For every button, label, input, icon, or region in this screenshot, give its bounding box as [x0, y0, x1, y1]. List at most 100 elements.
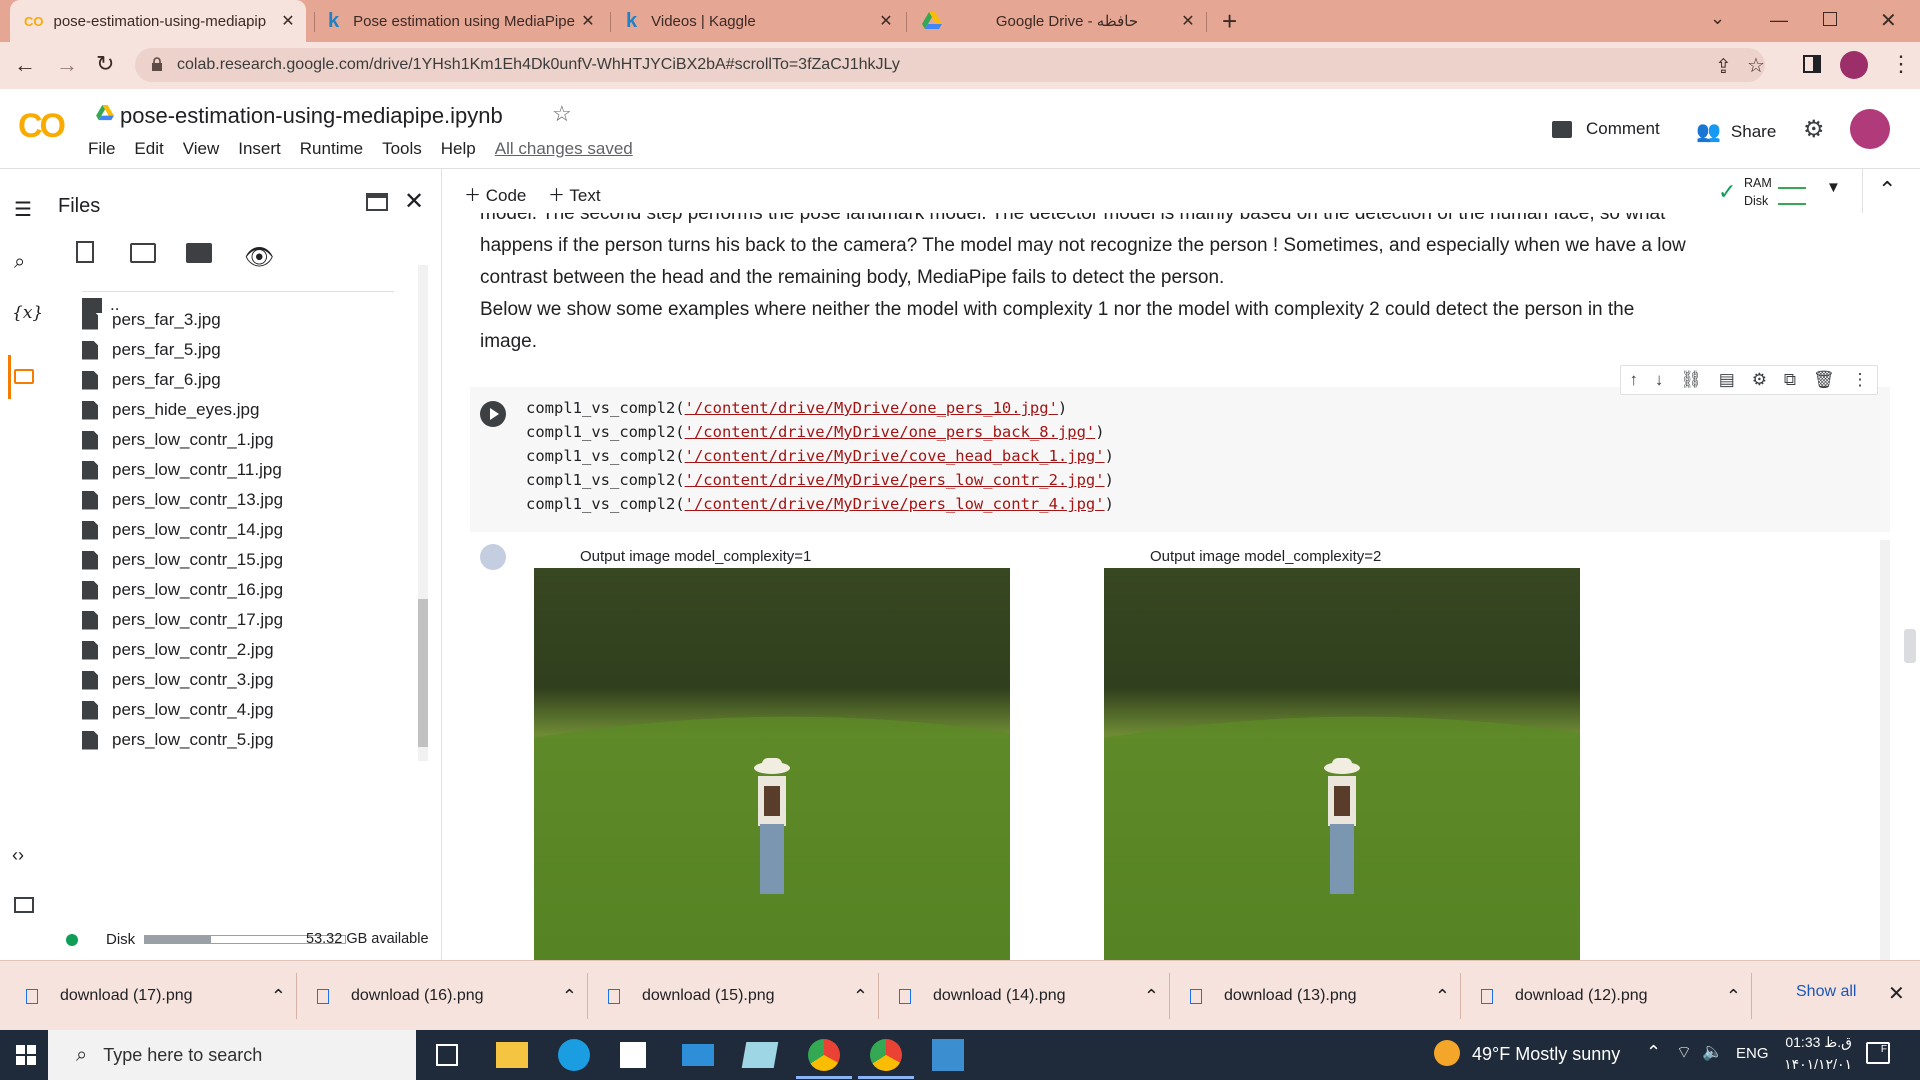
file-scrollbar[interactable] [418, 265, 428, 761]
download-item[interactable]: download (15).png ⌃ [608, 961, 868, 1031]
chevron-up-icon[interactable]: ⌃ [1726, 986, 1741, 1007]
notes-icon[interactable] [741, 1042, 779, 1068]
browser-menu-icon[interactable]: ⋮ [1890, 51, 1912, 77]
file-item[interactable]: pers_low_contr_3.jpg [82, 665, 274, 695]
file-explorer-icon[interactable] [496, 1042, 528, 1068]
account-avatar[interactable] [1850, 109, 1890, 149]
minimize-icon[interactable]: — [1770, 10, 1788, 31]
file-item[interactable]: pers_low_contr_15.jpg [82, 545, 283, 575]
file-item[interactable]: pers_low_contr_1.jpg [82, 425, 274, 455]
menu-help[interactable]: Help [441, 139, 476, 159]
code-line[interactable]: compl1_vs_compl2('/content/drive/MyDrive… [526, 495, 1114, 513]
open-in-tab-icon[interactable] [366, 193, 388, 211]
save-status[interactable]: All changes saved [495, 139, 633, 159]
tab-google-drive[interactable]: Google Drive - حافظه ✕ [910, 0, 1206, 42]
language-indicator[interactable]: ENG [1736, 1045, 1769, 1062]
terminal-icon[interactable] [14, 897, 34, 913]
chrome-profile-icon[interactable] [870, 1039, 902, 1071]
forward-icon[interactable]: → [56, 52, 78, 78]
file-item[interactable]: pers_low_contr_13.jpg [82, 485, 283, 515]
menu-view[interactable]: View [183, 139, 220, 159]
search-icon[interactable]: ⌕ [14, 251, 25, 274]
add-text-button[interactable]: ＋ Text [548, 181, 601, 206]
tab-search-chevron-icon[interactable]: ⌄ [1710, 8, 1725, 29]
notebook-scrollbar-thumb[interactable] [1904, 629, 1916, 663]
clock-date[interactable]: ۱۴۰۱/۱۲/۰۱ [1772, 1056, 1852, 1073]
taskbar-search[interactable]: ⌕ Type here to search [48, 1030, 416, 1080]
file-item[interactable]: pers_far_3.jpg [82, 305, 221, 335]
clock-time[interactable]: 01:33 ق.ظ [1772, 1034, 1852, 1051]
folder-icon[interactable] [14, 369, 34, 384]
address-bar[interactable]: colab.research.google.com/drive/1YHsh1Km… [135, 48, 1765, 82]
tab-colab[interactable]: CO pose-estimation-using-mediapip ✕ [10, 0, 306, 42]
file-item[interactable]: pers_low_contr_5.jpg [82, 725, 274, 755]
file-item[interactable]: pers_low_contr_6.jpg [82, 755, 274, 757]
resource-monitor[interactable]: RAM Disk [1744, 174, 1772, 210]
close-pane-icon[interactable]: ✕ [404, 187, 424, 216]
connected-check-icon[interactable]: ✓ [1718, 179, 1736, 205]
show-hidden-eye-icon[interactable]: 👁 [244, 243, 274, 272]
runtime-dropdown-icon[interactable]: ▼ [1826, 179, 1841, 196]
menu-tools[interactable]: Tools [382, 139, 422, 159]
chrome-icon[interactable] [808, 1039, 840, 1071]
code-cell[interactable]: compl1_vs_compl2('/content/drive/MyDrive… [470, 387, 1890, 532]
close-tab-icon[interactable]: ✕ [876, 11, 896, 31]
file-item[interactable]: pers_low_contr_17.jpg [82, 605, 283, 635]
menu-file[interactable]: File [88, 139, 115, 159]
task-view-icon[interactable] [436, 1044, 458, 1066]
upload-file-icon[interactable] [76, 241, 94, 263]
cell-more-icon[interactable]: ⋮ [1851, 370, 1868, 390]
download-item[interactable]: download (12).png ⌃ [1481, 961, 1741, 1031]
move-up-icon[interactable]: ↑ [1629, 370, 1638, 390]
comment-cell-icon[interactable]: ▤ [1719, 370, 1735, 390]
windows-start-icon[interactable] [16, 1045, 36, 1065]
collapse-header-icon[interactable]: ⌃ [1878, 177, 1896, 203]
delete-cell-icon[interactable]: 🗑 [1813, 370, 1835, 390]
output-scrollbar[interactable] [1880, 540, 1890, 960]
comment-button[interactable]: Comment [1552, 119, 1660, 139]
add-code-button[interactable]: ＋ Code [464, 181, 526, 206]
download-item[interactable]: download (16).png ⌃ [317, 961, 577, 1031]
tray-chevron-icon[interactable]: ⌃ [1646, 1042, 1661, 1063]
reload-icon[interactable]: ↻ [96, 51, 114, 77]
download-item[interactable]: download (14).png ⌃ [899, 961, 1159, 1031]
menu-insert[interactable]: Insert [238, 139, 281, 159]
download-item[interactable]: download (17).png ⌃ [26, 961, 286, 1031]
bookmark-star-icon[interactable]: ☆ [1747, 53, 1765, 78]
code-snippets-icon[interactable]: ‹› [12, 845, 24, 866]
close-tab-icon[interactable]: ✕ [1178, 11, 1198, 31]
file-item[interactable]: pers_low_contr_16.jpg [82, 575, 283, 605]
profile-avatar[interactable] [1840, 51, 1868, 79]
file-item[interactable]: pers_far_6.jpg [82, 365, 221, 395]
chevron-up-icon[interactable]: ⌃ [853, 986, 868, 1007]
close-window-icon[interactable]: ✕ [1880, 8, 1897, 33]
cell-settings-icon[interactable]: ⚙ [1752, 370, 1767, 390]
share-page-icon[interactable]: ⇪ [1715, 54, 1732, 79]
chevron-up-icon[interactable]: ⌃ [1435, 986, 1450, 1007]
file-item[interactable]: pers_hide_eyes.jpg [82, 395, 259, 425]
code-line[interactable]: compl1_vs_compl2('/content/drive/MyDrive… [526, 423, 1105, 441]
photos-icon[interactable] [932, 1039, 964, 1071]
close-tab-icon[interactable]: ✕ [278, 11, 298, 31]
menu-runtime[interactable]: Runtime [300, 139, 363, 159]
tab-kaggle-videos[interactable]: k Videos | Kaggle ✕ [614, 0, 904, 42]
file-item[interactable]: pers_low_contr_14.jpg [82, 515, 283, 545]
link-icon[interactable]: ⛓ [1680, 370, 1702, 390]
mount-drive-icon[interactable] [186, 243, 212, 263]
share-button[interactable]: 👥 Share [1696, 119, 1776, 144]
code-line[interactable]: compl1_vs_compl2('/content/drive/MyDrive… [526, 447, 1114, 465]
notebook-name[interactable]: pose-estimation-using-mediapipe.ipynb [120, 103, 503, 129]
code-line[interactable]: compl1_vs_compl2('/content/drive/MyDrive… [526, 471, 1114, 489]
refresh-folder-icon[interactable] [130, 243, 156, 263]
close-downloads-icon[interactable]: ✕ [1888, 981, 1905, 1006]
table-of-contents-icon[interactable]: ☰ [14, 197, 32, 222]
menu-edit[interactable]: Edit [134, 139, 163, 159]
tab-kaggle-pose[interactable]: k Pose estimation using MediaPipe ✕ [318, 0, 606, 42]
chevron-up-icon[interactable]: ⌃ [271, 986, 286, 1007]
file-item[interactable]: pers_low_contr_2.jpg [82, 635, 274, 665]
chevron-up-icon[interactable]: ⌃ [562, 986, 577, 1007]
back-icon[interactable]: ← [14, 52, 36, 78]
restore-icon[interactable] [1823, 12, 1837, 26]
new-tab-button[interactable]: + [1222, 6, 1237, 37]
close-tab-icon[interactable]: ✕ [578, 11, 598, 31]
